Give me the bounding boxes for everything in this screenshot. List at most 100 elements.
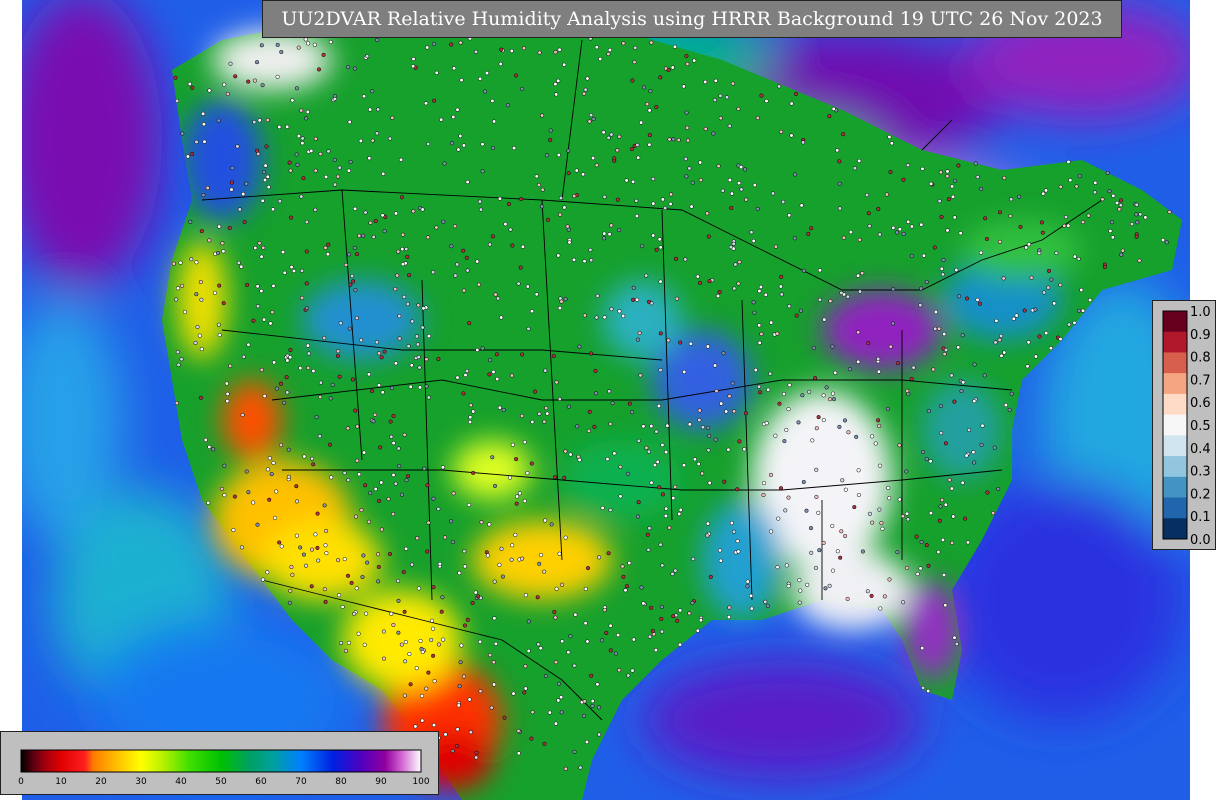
station-dot: [422, 466, 427, 471]
station-dot: [530, 710, 535, 715]
station-dot: [605, 457, 610, 462]
station-dot: [536, 182, 541, 188]
station-dot: [1014, 313, 1019, 318]
station-dot: [259, 43, 264, 48]
station-dot: [256, 151, 261, 156]
station-dot: [353, 288, 358, 293]
station-dot: [1143, 215, 1148, 220]
station-dot: [386, 496, 391, 502]
station-dot: [416, 586, 421, 591]
station-dot: [595, 682, 600, 687]
station-dot: [257, 241, 262, 246]
station-dot: [465, 268, 470, 273]
rh-tick-label: 30: [135, 777, 147, 787]
station-dot: [982, 373, 987, 378]
station-dot: [509, 557, 514, 562]
station-dot: [396, 598, 401, 603]
station-dot: [194, 260, 199, 265]
station-dot: [615, 148, 620, 153]
station-dot: [520, 86, 525, 91]
station-dot: [349, 580, 354, 585]
station-dot: [545, 217, 551, 222]
station-dot: [847, 367, 852, 372]
station-dot: [301, 552, 306, 557]
station-dot: [1063, 214, 1069, 220]
station-dot: [260, 198, 265, 203]
station-dot: [846, 430, 851, 435]
station-dot: [914, 534, 919, 539]
station-dot: [403, 640, 408, 645]
station-dot: [845, 294, 850, 299]
station-dot: [945, 228, 950, 233]
station-dot: [654, 429, 659, 434]
station-dot: [587, 409, 592, 414]
station-dot: [943, 603, 948, 608]
station-dot: [534, 292, 539, 297]
station-dot: [768, 371, 773, 376]
station-dot: [567, 240, 572, 245]
station-dot: [867, 511, 872, 516]
station-dot: [562, 62, 567, 67]
station-dot: [752, 183, 757, 188]
station-dot: [485, 553, 490, 558]
station-dot: [311, 368, 316, 374]
station-dot: [877, 232, 882, 237]
station-dot: [458, 40, 463, 45]
station-dot: [278, 381, 284, 386]
station-dot: [316, 558, 321, 563]
station-dot: [413, 724, 418, 729]
station-dot: [649, 480, 654, 485]
station-dot: [566, 227, 571, 232]
station-dot: [490, 455, 495, 460]
station-dot: [637, 331, 642, 336]
station-dot: [519, 413, 525, 418]
station-dot: [684, 174, 689, 179]
station-dot: [396, 578, 401, 583]
station-dot: [950, 184, 955, 189]
station-dot: [456, 703, 461, 708]
station-dot: [492, 682, 497, 687]
station-dot: [632, 60, 637, 65]
station-dot: [617, 134, 622, 139]
station-dot: [513, 532, 518, 537]
station-dot: [239, 264, 244, 269]
station-dot: [975, 174, 980, 180]
station-dot: [350, 273, 355, 278]
station-dot: [784, 427, 789, 432]
station-dot: [235, 144, 240, 149]
station-dot: [773, 244, 778, 249]
station-dot: [437, 561, 442, 566]
station-dot: [332, 182, 338, 187]
station-dot: [814, 467, 819, 472]
station-dot: [282, 270, 287, 275]
station-dot: [876, 369, 881, 374]
station-dot: [525, 284, 530, 289]
station-dot: [977, 301, 983, 306]
station-dot: [915, 571, 920, 577]
station-dot: [924, 456, 929, 462]
station-dot: [663, 513, 668, 518]
station-dot: [608, 623, 613, 628]
station-dot: [305, 109, 310, 114]
station-dot: [749, 606, 754, 611]
station-dot: [554, 92, 559, 97]
station-dot: [251, 318, 256, 323]
station-dot: [503, 222, 508, 227]
station-dot: [658, 331, 663, 336]
station-dot: [609, 307, 614, 312]
station-dot: [325, 252, 330, 257]
station-dot: [997, 239, 1003, 244]
station-dot: [381, 171, 386, 176]
station-dot: [279, 544, 284, 549]
station-dot: [937, 326, 942, 331]
station-dot: [434, 225, 439, 230]
station-dot: [736, 549, 741, 554]
station-dot: [304, 306, 309, 311]
station-dot: [958, 231, 963, 236]
station-dot: [1074, 184, 1079, 189]
station-dot: [461, 391, 466, 396]
station-dot: [544, 153, 549, 158]
rh-tick-label: 60: [255, 777, 267, 787]
station-dot: [717, 289, 722, 295]
station-dot: [478, 76, 483, 81]
